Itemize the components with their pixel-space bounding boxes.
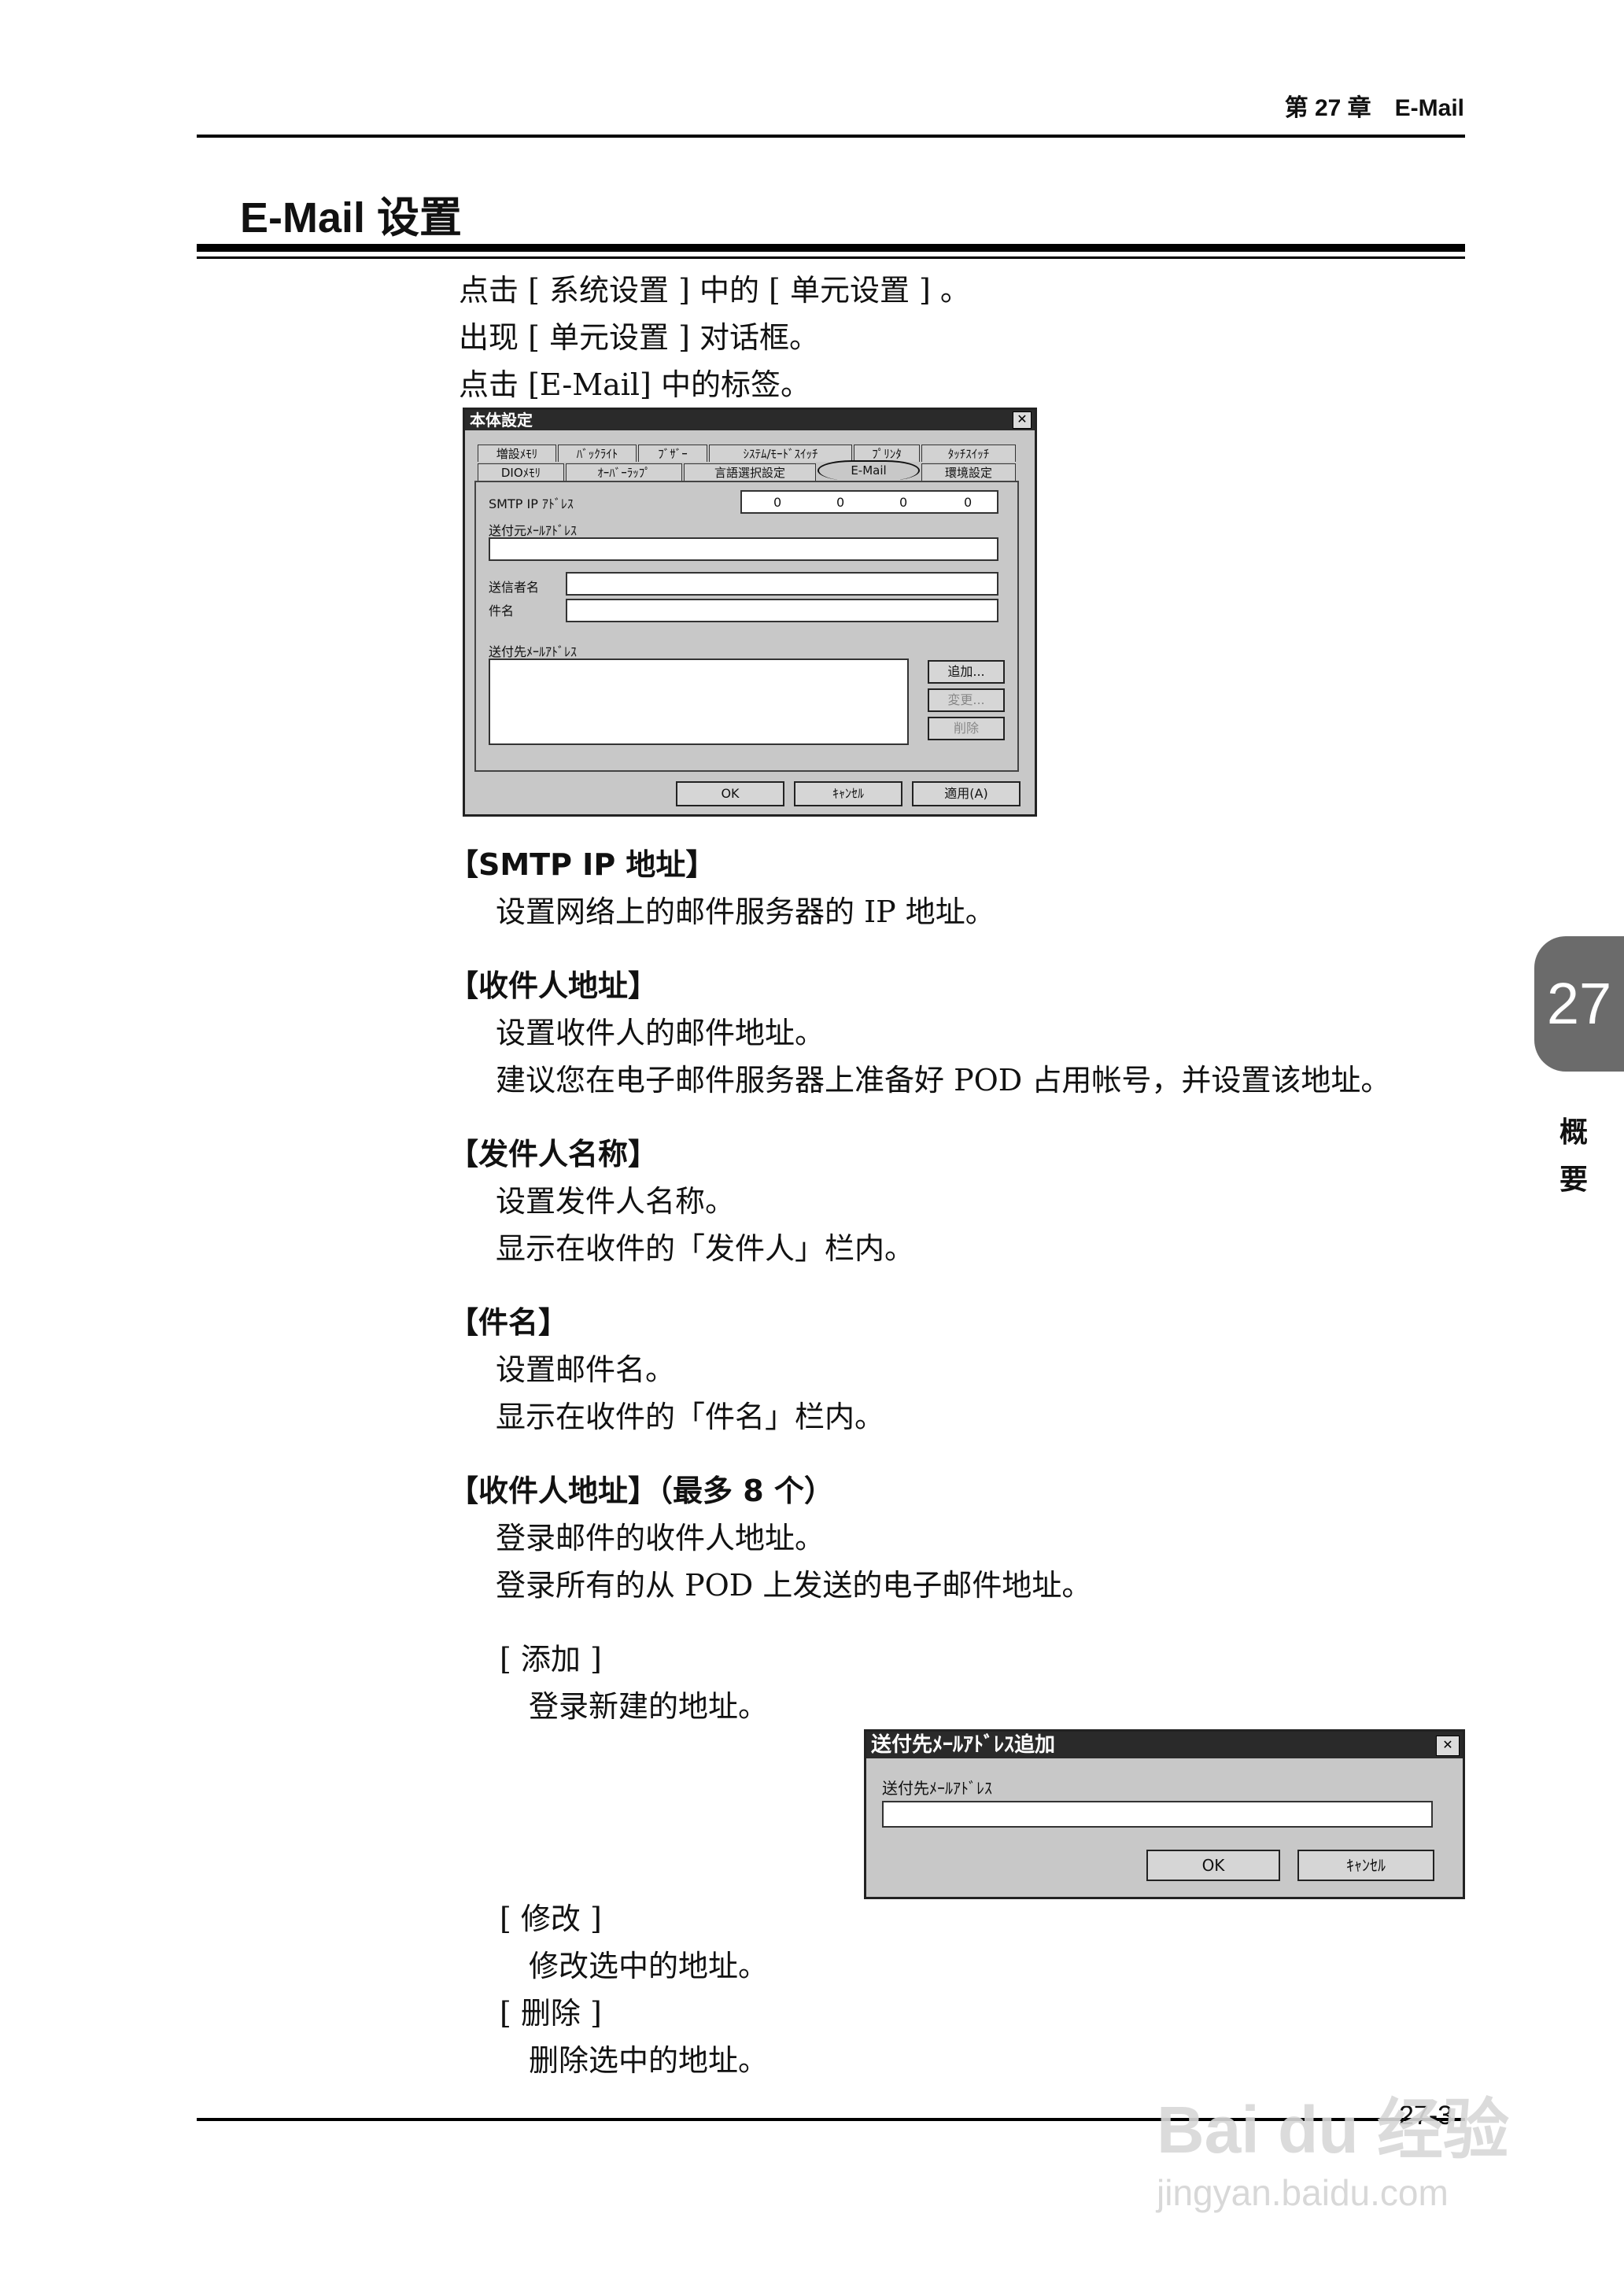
section-text: 设置发件人名称。	[496, 1184, 736, 1219]
intro-line: 点击 [E-Mail] 中的标签。	[459, 367, 810, 402]
subsection-text: 修改选中的地址。	[529, 1949, 769, 1983]
subsection-heading: [ 修改 ]	[500, 1902, 602, 1936]
section-heading: 【SMTP IP 地址】	[448, 847, 716, 882]
sender-address-label: 送付元ﾒｰﾙｱﾄﾞﾚｽ	[489, 523, 578, 538]
tab-expansion-memory[interactable]: 増設ﾒﾓﾘ	[478, 445, 556, 462]
ip-octet-4: 0	[964, 495, 973, 510]
add-ok-button[interactable]: OK	[1146, 1850, 1280, 1881]
dialog-title: 本体設定	[465, 410, 1035, 430]
section-text: 登录所有的从 POD 上发送的电子邮件地址。	[496, 1568, 1092, 1603]
section-heading: 【发件人名称】	[448, 1137, 659, 1171]
section-text: 建议您在电子邮件服务器上准备好 POD 占用帐号，并设置该地址。	[496, 1063, 1391, 1098]
tab-overlap[interactable]: ｵｰﾊﾞｰﾗｯﾌﾟ	[566, 463, 682, 481]
add-address-label: 送付先ﾒｰﾙｱﾄﾞﾚｽ	[882, 1779, 992, 1798]
add-dialog-title: 送付先ﾒｰﾙｱﾄﾞﾚｽ追加	[866, 1732, 1463, 1758]
add-button[interactable]: 追加...	[928, 660, 1005, 684]
close-icon[interactable]: ✕	[1436, 1736, 1460, 1756]
tab-buzzer[interactable]: ﾌﾞｻﾞｰ	[638, 445, 707, 462]
title-rule-thin	[197, 256, 1465, 259]
section-text: 设置网络上的邮件服务器的 IP 地址。	[496, 895, 995, 929]
page-title: E-Mail 设置	[240, 194, 463, 242]
watermark-brand: Bai du 经验	[1157, 2093, 1510, 2167]
section-text: 设置收件人的邮件地址。	[496, 1016, 825, 1050]
tab-touch-switch[interactable]: ﾀｯﾁｽｲｯﾁ	[921, 445, 1016, 462]
subsection-text: 删除选中的地址。	[529, 2043, 769, 2078]
smtp-ip-field[interactable]: 0 0 0 0	[740, 490, 998, 514]
section-text: 登录邮件的收件人地址。	[496, 1521, 825, 1555]
tab-backlight[interactable]: ﾊﾞｯｸﾗｲﾄ	[558, 445, 637, 462]
apply-button[interactable]: 適用(A)	[912, 781, 1021, 806]
section-heading: 【收件人地址】	[448, 968, 659, 1003]
tab-printer[interactable]: ﾌﾟﾘﾝﾀ	[854, 445, 920, 462]
cancel-button[interactable]: ｷｬﾝｾﾙ	[794, 781, 902, 806]
ip-octet-3: 0	[899, 495, 908, 510]
chapter-header: 第 27 章 E-Mail	[1284, 95, 1464, 121]
section-heading: 【件名】	[448, 1305, 569, 1340]
subsection-heading: [ 删除 ]	[500, 1996, 602, 2031]
section-text: 设置邮件名。	[496, 1352, 676, 1387]
section-text: 显示在收件的「件名」栏内。	[496, 1400, 885, 1434]
section-heading: 【收件人地址】（最多 8 个）	[448, 1474, 834, 1508]
ok-button[interactable]: OK	[676, 781, 784, 806]
tab-dio-memory[interactable]: DIOﾒﾓﾘ	[478, 463, 564, 481]
sender-name-label: 送信者名	[489, 580, 540, 595]
subject-field[interactable]	[566, 599, 998, 622]
sender-address-field[interactable]	[489, 537, 998, 561]
title-rule-thick	[197, 244, 1465, 252]
subsection-heading: [ 添加 ]	[500, 1642, 602, 1677]
side-label-2: 要	[1559, 1164, 1589, 1196]
chapter-side-tab: 27	[1534, 936, 1624, 1072]
tab-language-select[interactable]: 言語選択設定	[684, 463, 816, 481]
tab-system-mode-switch[interactable]: ｼｽﾃﾑ/ﾓｰﾄﾞｽｲｯﾁ	[709, 445, 852, 462]
intro-line: 点击 [ 系统设置 ] 中的 [ 单元设置 ] 。	[459, 273, 970, 308]
tab-email[interactable]: E-Mail	[818, 460, 920, 481]
header-rule	[197, 135, 1465, 138]
close-icon[interactable]: ✕	[1013, 411, 1032, 429]
side-label-1: 概	[1559, 1116, 1589, 1149]
sender-name-field[interactable]	[566, 572, 998, 596]
subsection-text: 登录新建的地址。	[529, 1689, 769, 1724]
intro-line: 出现 [ 单元设置 ] 对话框。	[459, 320, 819, 355]
section-text: 显示在收件的「发件人」栏内。	[496, 1231, 915, 1266]
dest-address-list[interactable]	[489, 659, 909, 745]
subject-label: 件名	[489, 603, 515, 618]
unit-settings-dialog: 本体設定 ✕ 増設ﾒﾓﾘ ﾊﾞｯｸﾗｲﾄ ﾌﾞｻﾞｰ ｼｽﾃﾑ/ﾓｰﾄﾞｽｲｯﾁ…	[463, 408, 1037, 817]
smtp-ip-label: SMTP IP ｱﾄﾞﾚｽ	[489, 496, 574, 511]
change-button[interactable]: 変更...	[928, 688, 1005, 712]
delete-button[interactable]: 削除	[928, 717, 1005, 740]
add-address-dialog: 送付先ﾒｰﾙｱﾄﾞﾚｽ追加 ✕ 送付先ﾒｰﾙｱﾄﾞﾚｽ OK ｷｬﾝｾﾙ	[864, 1729, 1465, 1899]
dest-address-label: 送付先ﾒｰﾙｱﾄﾞﾚｽ	[489, 644, 578, 659]
ip-octet-2: 0	[836, 495, 845, 510]
tab-environment[interactable]: 環境設定	[921, 463, 1016, 481]
add-address-field[interactable]	[882, 1801, 1433, 1828]
email-tab-panel: SMTP IP ｱﾄﾞﾚｽ 0 0 0 0 送付元ﾒｰﾙｱﾄﾞﾚｽ 送信者名 件…	[474, 481, 1019, 772]
add-cancel-button[interactable]: ｷｬﾝｾﾙ	[1297, 1850, 1434, 1881]
watermark-url: jingyan.baidu.com	[1157, 2172, 1449, 2213]
ip-octet-1: 0	[773, 495, 782, 510]
